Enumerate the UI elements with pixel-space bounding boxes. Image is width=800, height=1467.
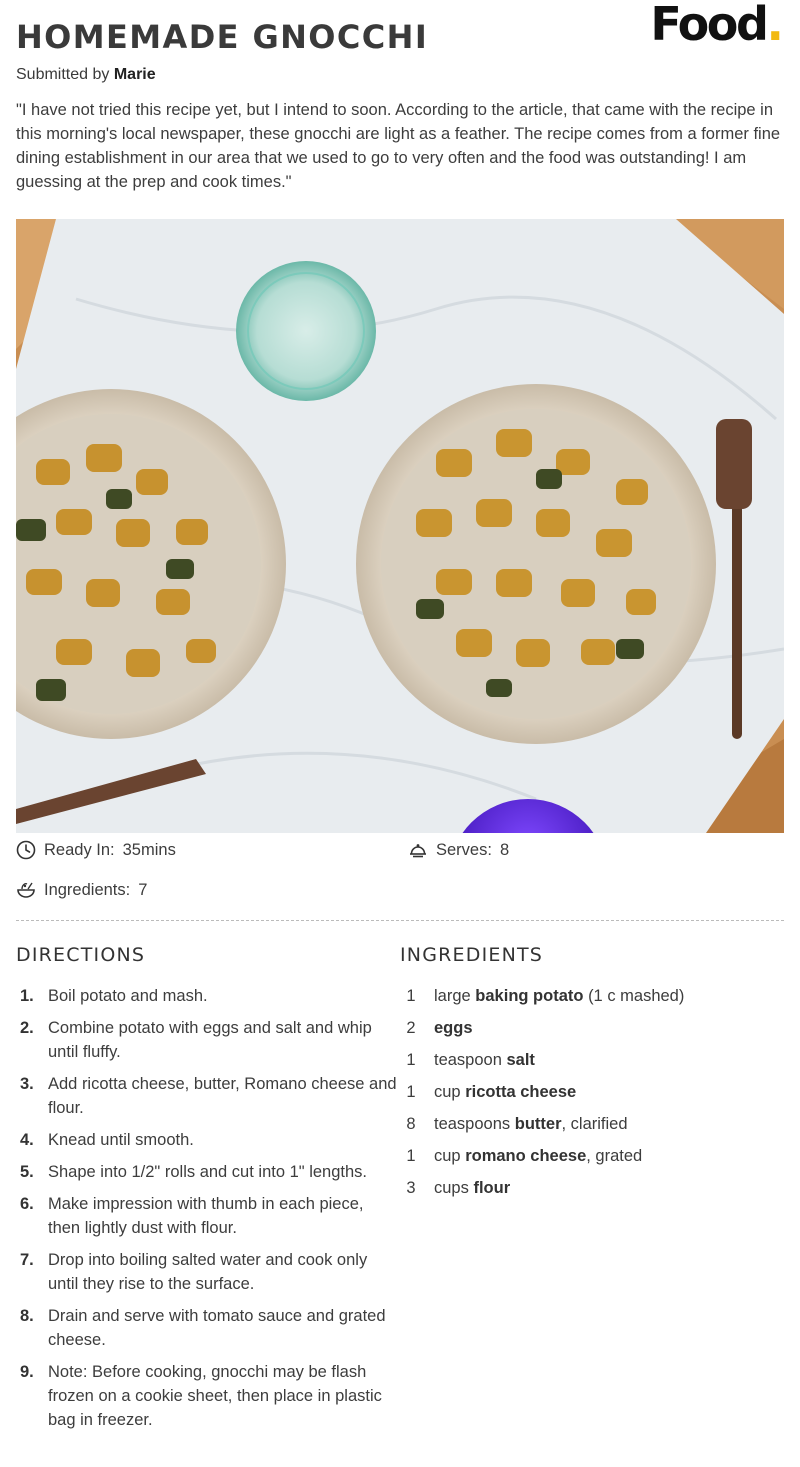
step-number: 8. (20, 1307, 34, 1325)
logo-dot: . (766, 0, 784, 51)
step-number: 4. (20, 1131, 34, 1149)
ingredients-bowl-icon (17, 882, 35, 898)
step-text: Add ricotta cheese, butter, Romano chees… (48, 1075, 397, 1117)
ready-value: 35mins (122, 840, 176, 859)
ingredient-item: 1 large baking potato (1 c mashed) (400, 984, 784, 1008)
clock-icon (16, 840, 36, 860)
submitted-prefix: Submitted by (16, 66, 110, 83)
recipe-photo (16, 219, 784, 833)
direction-step: 5. Shape into 1/2" rolls and cut into 1" … (16, 1160, 400, 1184)
ready-in: Ready In: 35mins (16, 840, 176, 860)
direction-step: 9. Note: Before cooking, gnocchi may be f… (16, 1360, 400, 1432)
ingredient-name[interactable]: salt (507, 1051, 535, 1069)
recipe-title: HOMEMADE GNOCCHI (16, 18, 429, 56)
ingredient-unit: large (434, 987, 471, 1005)
direction-step: 2. Combine potato with eggs and salt and … (16, 1016, 400, 1064)
divider (16, 920, 784, 921)
directions-heading: DIRECTIONS (16, 944, 146, 966)
step-number: 5. (20, 1163, 34, 1181)
logo-text: Food (650, 0, 768, 51)
serves-value: 8 (499, 840, 510, 859)
ingredient-qty: 3 (406, 1179, 416, 1197)
ingredient-qty: 2 (406, 1019, 416, 1037)
ingredient-name[interactable]: baking potato (475, 987, 583, 1005)
step-text: Shape into 1/2" rolls and cut into 1" le… (48, 1163, 368, 1181)
ingredients-list: 1 large baking potato (1 c mashed) 2 eggs 1 t… (400, 984, 784, 1208)
ingredient-name[interactable]: romano cheese (465, 1147, 586, 1165)
direction-step: 1. Boil potato and mash. (16, 984, 400, 1008)
step-number: 9. (20, 1363, 34, 1381)
serving-dish-icon (410, 844, 426, 858)
step-text: Make impression with thumb in each piece… (48, 1195, 364, 1237)
ingredient-item: 2 eggs (400, 1016, 784, 1040)
recipe-page: HOMEMADE GNOCCHI Food. Submitted by Mari… (16, 0, 784, 1429)
direction-step: 6. Make impression with thumb in each pie… (16, 1192, 400, 1240)
step-number: 6. (20, 1195, 34, 1213)
direction-step: 4. Knead until smooth. (16, 1128, 400, 1152)
ingredient-unit: teaspoons (434, 1115, 511, 1133)
ingredient-unit: teaspoon (434, 1051, 502, 1069)
submitted-by: Submitted by Marie (16, 66, 156, 84)
ingredient-name[interactable]: flour (473, 1179, 510, 1197)
ingredient-qty: 1 (406, 1083, 416, 1101)
step-text: Boil potato and mash. (48, 987, 208, 1005)
step-number: 7. (20, 1251, 34, 1269)
header: HOMEMADE GNOCCHI Food. (16, 0, 784, 64)
step-text: Note: Before cooking, gnocchi may be fla… (48, 1363, 382, 1429)
direction-step: 8. Drain and serve with tomato sauce and … (16, 1304, 400, 1352)
ingredient-qty: 1 (406, 987, 416, 1005)
ingredient-note: (1 c mashed) (588, 987, 685, 1005)
ingredient-qty: 8 (406, 1115, 416, 1133)
ingredient-note: , grated (586, 1147, 643, 1165)
ingredients-label: Ingredients: (44, 880, 131, 899)
recipe-description: "I have not tried this recipe yet, but I… (16, 101, 781, 191)
step-number: 3. (20, 1075, 34, 1093)
step-text: Combine potato with eggs and salt and wh… (48, 1019, 372, 1061)
direction-step: 7. Drop into boiling salted water and coo… (16, 1248, 400, 1296)
ingredients-count: Ingredients: 7 (16, 880, 147, 900)
ingredient-item: 1 teaspoon salt (400, 1048, 784, 1072)
step-text: Drop into boiling salted water and cook … (48, 1251, 368, 1293)
serves: Serves: 8 (408, 840, 509, 860)
ready-label: Ready In: (44, 840, 115, 859)
ingredient-unit: cup (434, 1147, 461, 1165)
author-link[interactable]: Marie (114, 66, 156, 83)
ingredient-note: , clarified (561, 1115, 628, 1133)
step-number: 2. (20, 1019, 34, 1037)
ingredient-qty: 1 (406, 1147, 416, 1165)
food-logo[interactable]: Food. (650, 0, 784, 48)
ingredient-qty: 1 (406, 1051, 416, 1069)
ingredient-name[interactable]: butter (515, 1115, 562, 1133)
step-number: 1. (20, 987, 34, 1005)
direction-step: 3. Add ricotta cheese, butter, Romano che… (16, 1072, 400, 1120)
ingredient-name[interactable]: eggs (434, 1019, 473, 1037)
step-text: Drain and serve with tomato sauce and gr… (48, 1307, 386, 1349)
ingredient-item: 1 cup ricotta cheese (400, 1080, 784, 1104)
ingredient-item: 3 cups flour (400, 1176, 784, 1200)
ingredients-value: 7 (138, 880, 148, 899)
directions-list: 1. Boil potato and mash. 2. Combine potato … (16, 984, 400, 1440)
serves-label: Serves: (436, 840, 492, 859)
ingredients-heading: INGREDIENTS (400, 944, 544, 966)
ingredient-item: 1 cup romano cheese, grated (400, 1144, 784, 1168)
ingredient-unit: cup (434, 1083, 461, 1101)
step-text: Knead until smooth. (48, 1131, 194, 1149)
ingredient-name[interactable]: ricotta cheese (465, 1083, 576, 1101)
ingredient-item: 8 teaspoons butter, clarified (400, 1112, 784, 1136)
ingredient-unit: cups (434, 1179, 469, 1197)
